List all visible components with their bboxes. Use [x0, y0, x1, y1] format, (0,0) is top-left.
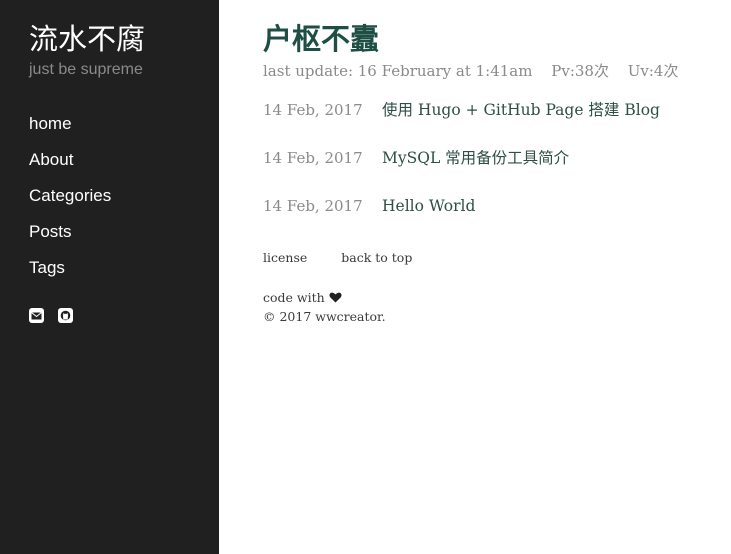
nav-item-tags[interactable]: Tags	[29, 258, 219, 278]
footer-links: license back to top	[263, 250, 731, 265]
heart-icon	[329, 292, 342, 303]
site-subtitle: just be supreme	[29, 61, 143, 78]
sidebar: 流水不腐 just be supreme home About Categori…	[0, 0, 219, 554]
github-icon[interactable]	[58, 308, 73, 323]
last-update-text: last update: 16 February at 1:41am	[263, 62, 533, 80]
nav-item-categories[interactable]: Categories	[29, 186, 219, 206]
list-item: 14 Feb, 2017 Hello World	[263, 196, 731, 216]
uv-count: Uv:4次	[627, 62, 679, 80]
nav-item-about[interactable]: About	[29, 150, 219, 170]
pv-count: Pv:38次	[551, 62, 609, 80]
site-title[interactable]: 流水不腐	[29, 20, 219, 58]
post-date: 14 Feb, 2017	[263, 101, 363, 119]
email-icon[interactable]	[29, 308, 44, 323]
post-date: 14 Feb, 2017	[263, 149, 363, 167]
nav-item-posts[interactable]: Posts	[29, 222, 219, 242]
nav-item-home[interactable]: home	[29, 114, 219, 134]
post-date: 14 Feb, 2017	[263, 197, 363, 215]
back-to-top-link[interactable]: back to top	[341, 250, 412, 265]
post-link[interactable]: MySQL 常用备份工具简介	[382, 148, 569, 168]
footer-credits: code with © 2017 wwcreator.	[263, 288, 731, 326]
license-link[interactable]: license	[263, 250, 307, 265]
list-item: 14 Feb, 2017 使用 Hugo + GitHub Page 搭建 Bl…	[263, 100, 731, 120]
main-content: 户枢不蠹 last update: 16 February at 1:41am …	[263, 0, 731, 326]
list-item: 14 Feb, 2017 MySQL 常用备份工具简介	[263, 148, 731, 168]
post-list: 14 Feb, 2017 使用 Hugo + GitHub Page 搭建 Bl…	[263, 100, 731, 216]
post-link[interactable]: 使用 Hugo + GitHub Page 搭建 Blog	[382, 100, 660, 120]
page-title: 户枢不蠹	[263, 22, 380, 56]
page-meta: last update: 16 February at 1:41am Pv:38…	[263, 61, 731, 81]
sidebar-nav: home About Categories Posts Tags	[29, 114, 219, 278]
post-link[interactable]: Hello World	[382, 196, 475, 216]
code-with-text: code with	[263, 290, 325, 305]
social-links	[29, 308, 219, 323]
copyright-text: © 2017 wwcreator.	[263, 309, 386, 324]
